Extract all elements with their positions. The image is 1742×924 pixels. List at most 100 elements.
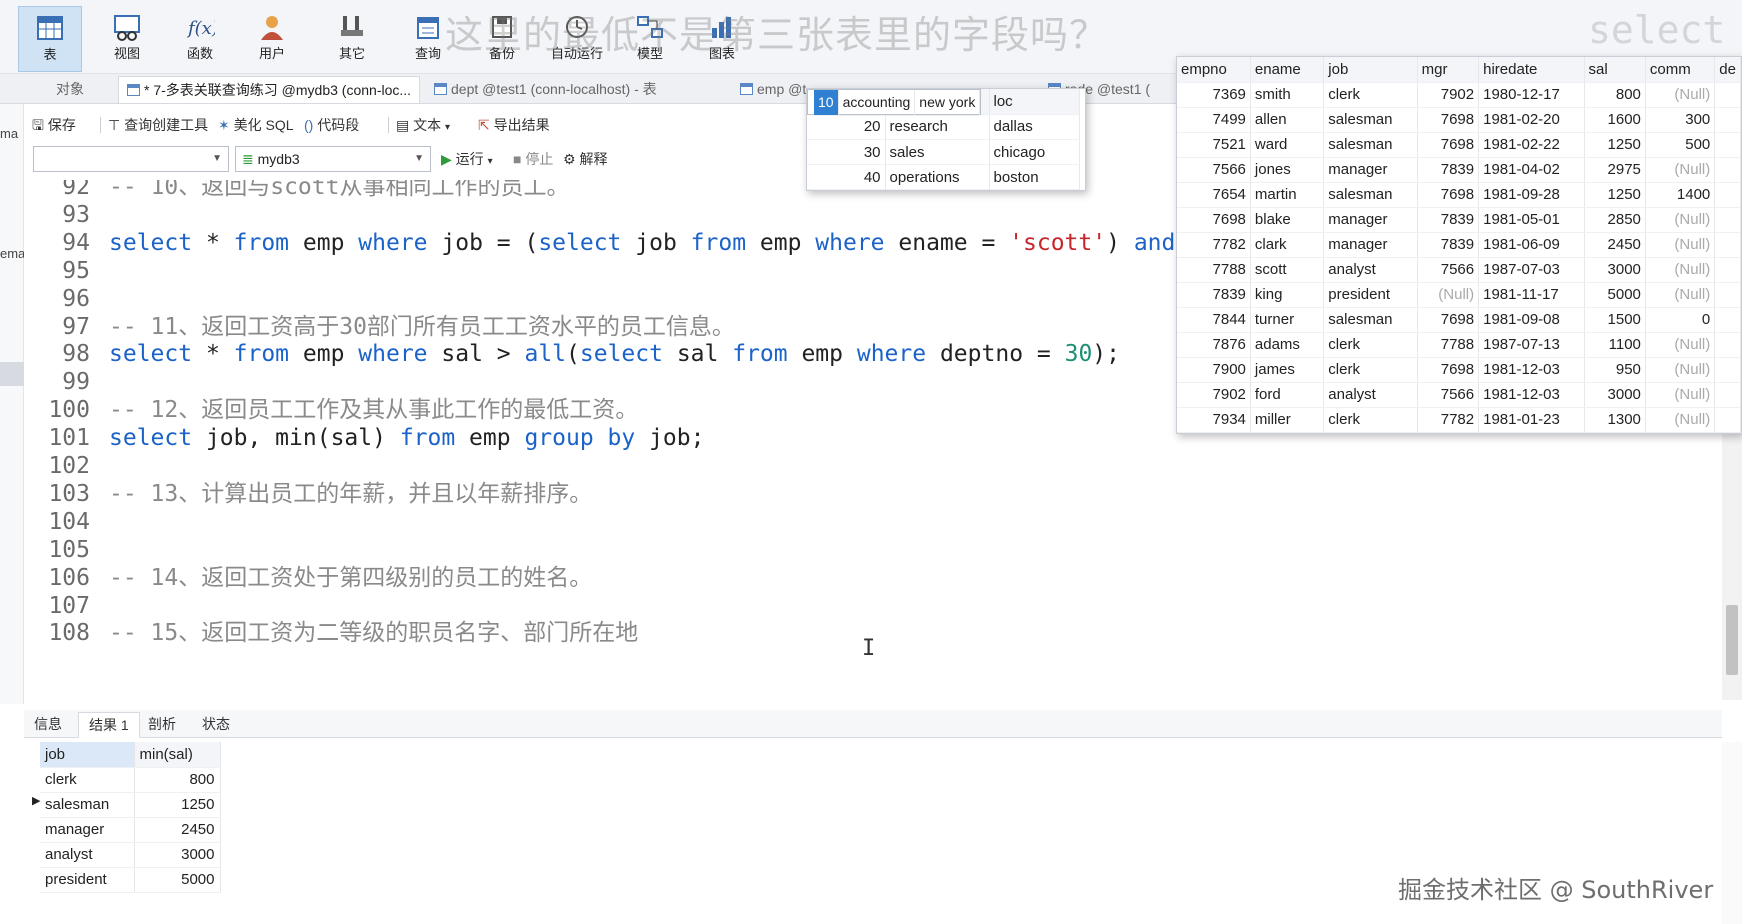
table-cell[interactable]: (Null)	[1645, 407, 1716, 433]
table-cell[interactable]: james	[1250, 357, 1325, 383]
table-cell[interactable]: 7698	[1417, 357, 1480, 383]
result-scrollbar[interactable]	[1722, 742, 1742, 924]
tab-dept-table[interactable]: dept @test1 (conn-localhost) - 表	[426, 76, 726, 103]
run-button[interactable]: ▶ 运行 ▾	[441, 146, 493, 172]
table-row[interactable]: 7844 turner salesman 7698 1981-09-08 1500 0	[1177, 307, 1741, 333]
table-row[interactable]: 10 accounting new york	[807, 89, 982, 116]
column-header[interactable]: comm	[1645, 57, 1716, 83]
table-cell[interactable]: 1981-09-28	[1478, 182, 1585, 208]
table-cell[interactable]: king	[1250, 282, 1325, 308]
explain-button[interactable]: ⚙ 解释	[563, 146, 607, 172]
table-cell[interactable]: clerk	[1323, 407, 1418, 433]
table-cell[interactable]: operations	[885, 164, 990, 190]
table-cell[interactable]: 300	[1645, 107, 1716, 133]
table-cell[interactable]: 7839	[1417, 232, 1480, 258]
table-row[interactable]: 7839 king president (Null) 1981-11-17 5000 (Nu…	[1177, 282, 1741, 308]
table-cell[interactable]: 3000	[134, 842, 221, 868]
table-cell[interactable]: 1300	[1584, 407, 1646, 433]
table-cell[interactable]: 5000	[1584, 282, 1646, 308]
table-cell[interactable]: 7902	[1417, 82, 1480, 108]
column-header[interactable]: de	[1714, 57, 1741, 83]
table-cell[interactable]	[1714, 307, 1741, 333]
table-cell[interactable]: turner	[1250, 307, 1325, 333]
table-cell[interactable]: chicago	[989, 139, 1080, 165]
table-cell[interactable]: 1250	[1584, 182, 1646, 208]
table-row[interactable]: 20 research dallas	[807, 114, 1080, 140]
column-header[interactable]: loc	[989, 89, 1080, 115]
table-row[interactable]: 7876 adams clerk 7788 1987-07-13 1100 (Null)	[1177, 332, 1741, 358]
table-cell[interactable]: (Null)	[1645, 357, 1716, 383]
table-cell[interactable]: clerk	[40, 767, 135, 793]
table-row[interactable]: 7902 ford analyst 7566 1981-12-03 3000 (Null)	[1177, 382, 1741, 408]
tab-status[interactable]: 状态	[192, 712, 240, 738]
table-cell[interactable]: manager	[40, 817, 135, 843]
table-cell[interactable]: 10	[814, 90, 839, 116]
table-cell[interactable]: 1987-07-03	[1478, 257, 1585, 283]
table-cell[interactable]	[1714, 282, 1741, 308]
table-cell[interactable]: clerk	[1323, 82, 1418, 108]
table-cell[interactable]: 1981-02-20	[1478, 107, 1585, 133]
table-cell[interactable]: (Null)	[1645, 382, 1716, 408]
toolbar-view-button[interactable]: 视图	[95, 6, 159, 72]
toolbar-function-button[interactable]: f(x) 函数	[168, 6, 232, 72]
tab-profile[interactable]: 剖析	[138, 712, 186, 738]
table-cell[interactable]: 7902	[1177, 382, 1251, 408]
table-cell[interactable]: martin	[1250, 182, 1325, 208]
code-line[interactable]: 106 -- 14、返回工资处于第四级别的员工的姓名。	[24, 563, 1722, 594]
table-cell[interactable]: clark	[1250, 232, 1325, 258]
table-cell[interactable]: 7698	[1417, 132, 1480, 158]
table-cell[interactable]: new york	[914, 90, 981, 116]
table-cell[interactable]: 0	[1645, 307, 1716, 333]
stop-button[interactable]: ■ 停止	[513, 146, 553, 172]
export-result-button[interactable]: ⇱ 导出结果	[478, 111, 550, 139]
table-cell[interactable]: 500	[1645, 132, 1716, 158]
result-grid[interactable]: job min(sal) clerk 800 salesman 1250 manager 24…	[40, 742, 221, 893]
table-cell[interactable]: 7698	[1417, 307, 1480, 333]
table-cell[interactable]	[1714, 132, 1741, 158]
table-cell[interactable]: 7839	[1177, 282, 1251, 308]
table-cell[interactable]: 7839	[1417, 207, 1480, 233]
table-cell[interactable]: 1981-12-03	[1478, 357, 1585, 383]
table-cell[interactable]	[1714, 107, 1741, 133]
table-cell[interactable]: 30	[807, 139, 886, 165]
table-cell[interactable]	[1714, 82, 1741, 108]
table-cell[interactable]: 7654	[1177, 182, 1251, 208]
table-cell[interactable]	[1714, 207, 1741, 233]
table-row[interactable]: 7782 clark manager 7839 1981-06-09 2450 (Null)	[1177, 232, 1741, 258]
code-line[interactable]: 102	[24, 451, 1722, 482]
table-cell[interactable]: 5000	[134, 867, 221, 893]
table-cell[interactable]: sales	[885, 139, 990, 165]
text-menu-button[interactable]: ▤ 文本 ▾	[396, 111, 450, 139]
table-cell[interactable]: 1500	[1584, 307, 1646, 333]
table-row[interactable]: 7934 miller clerk 7782 1981-01-23 1300 (Null)	[1177, 407, 1741, 433]
column-header[interactable]: sal	[1584, 57, 1646, 83]
code-line[interactable]: 105	[24, 535, 1722, 566]
table-cell[interactable]	[1714, 407, 1741, 433]
table-cell[interactable]: 800	[1584, 82, 1646, 108]
table-cell[interactable]: president	[40, 867, 135, 893]
table-cell[interactable]: (Null)	[1645, 157, 1716, 183]
table-cell[interactable]	[1714, 382, 1741, 408]
table-row[interactable]: 7499 allen salesman 7698 1981-02-20 1600 300	[1177, 107, 1741, 133]
save-button[interactable]: 🖫 保存	[32, 111, 76, 139]
table-cell[interactable]: 1980-12-17	[1478, 82, 1585, 108]
table-row[interactable]: manager 2450	[40, 817, 221, 843]
table-cell[interactable]: 1600	[1584, 107, 1646, 133]
table-cell[interactable]: accounting	[838, 90, 916, 116]
table-cell[interactable]: 40	[807, 164, 886, 190]
table-cell[interactable]: ford	[1250, 382, 1325, 408]
table-cell[interactable]: smith	[1250, 82, 1325, 108]
table-cell[interactable]: 1981-02-22	[1478, 132, 1585, 158]
table-row[interactable]: 30 sales chicago	[807, 139, 1080, 165]
table-cell[interactable]: jones	[1250, 157, 1325, 183]
database-select[interactable]: ≣ mydb3 ▼	[235, 146, 431, 172]
table-cell[interactable]: 1981-11-17	[1478, 282, 1585, 308]
table-cell[interactable]: 7839	[1417, 157, 1480, 183]
table-cell[interactable]: 1981-04-02	[1478, 157, 1585, 183]
table-cell[interactable]: analyst	[1323, 257, 1418, 283]
table-cell[interactable]: 7900	[1177, 357, 1251, 383]
table-cell[interactable]: (Null)	[1645, 207, 1716, 233]
table-cell[interactable]: (Null)	[1645, 257, 1716, 283]
table-cell[interactable]: 1981-01-23	[1478, 407, 1585, 433]
table-cell[interactable]: 7698	[1417, 107, 1480, 133]
